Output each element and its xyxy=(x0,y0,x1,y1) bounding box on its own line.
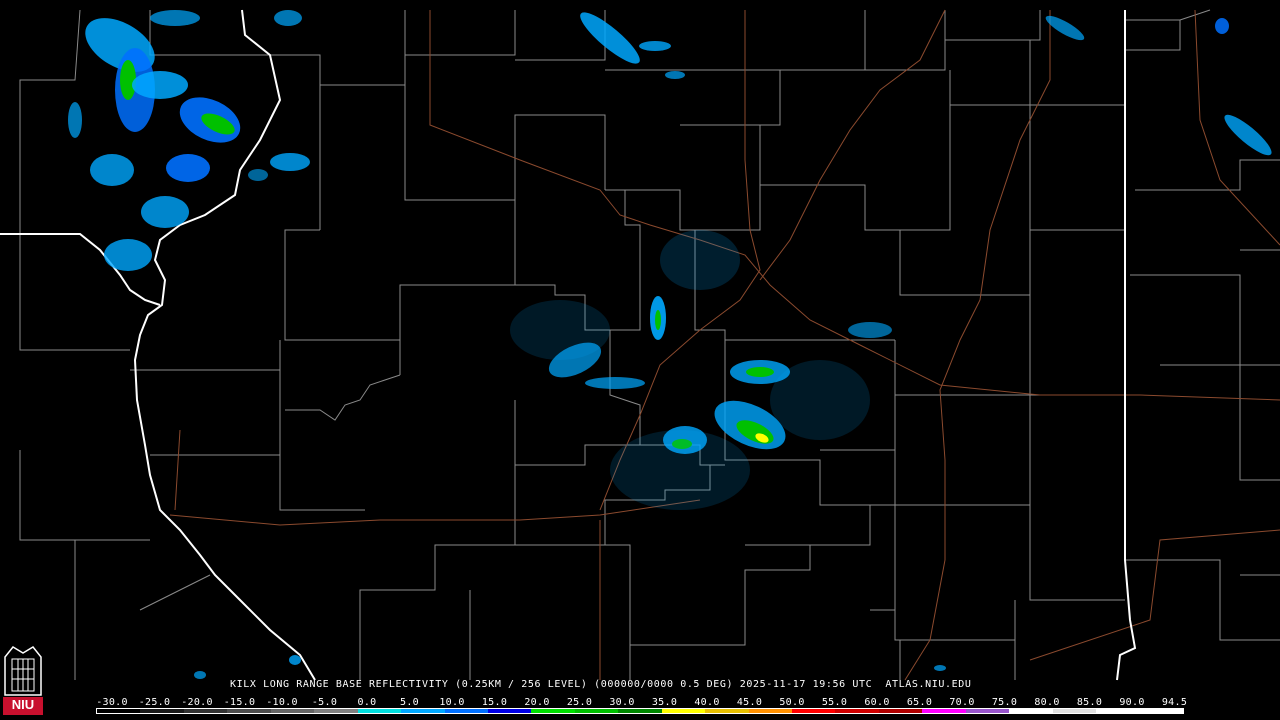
color-scale-tick: 45.0 xyxy=(736,697,763,708)
color-scale-tick: 70.0 xyxy=(949,697,975,708)
radar-map xyxy=(0,0,1280,720)
color-scale-swatch xyxy=(748,709,792,713)
color-scale-swatch xyxy=(314,709,358,713)
color-scale-swatch xyxy=(531,709,575,713)
color-scale-tick: 94.5 xyxy=(1161,697,1188,708)
color-scale-tick: 15.0 xyxy=(481,697,508,708)
color-scale-tick: 25.0 xyxy=(566,697,593,708)
color-scale-swatch xyxy=(1009,709,1053,713)
color-scale-tick: 35.0 xyxy=(651,697,678,708)
color-scale-swatch xyxy=(705,709,749,713)
color-scale-swatch xyxy=(227,709,271,713)
color-scale-swatch xyxy=(183,709,228,713)
color-scale-swatch xyxy=(1096,709,1140,713)
color-scale-swatch xyxy=(835,709,879,713)
color-scale-tick: 40.0 xyxy=(694,697,720,708)
color-scale-swatch xyxy=(140,709,184,713)
color-scale-tick: -15.0 xyxy=(223,697,256,708)
color-scale-tick: 50.0 xyxy=(779,697,805,708)
color-scale-swatch xyxy=(574,709,619,713)
color-scale-swatch xyxy=(1139,709,1183,713)
color-scale-tick: 85.0 xyxy=(1076,697,1103,708)
color-scale-swatch xyxy=(922,709,966,713)
color-scale-swatch xyxy=(618,709,662,713)
color-scale-tick: 65.0 xyxy=(906,697,933,708)
color-scale-tick: -25.0 xyxy=(138,697,171,708)
color-scale-tick: 0.0 xyxy=(357,697,377,708)
color-scale-swatch xyxy=(487,709,532,713)
color-scale-swatch xyxy=(878,709,923,713)
color-scale-swatch xyxy=(401,709,445,713)
color-scale-tick: -5.0 xyxy=(311,697,338,708)
color-scale-tick: 75.0 xyxy=(991,697,1018,708)
color-scale-swatch xyxy=(444,709,488,713)
color-scale-swatch xyxy=(965,709,1010,713)
color-scale-swatch xyxy=(270,709,315,713)
color-scale-tick: -10.0 xyxy=(266,697,298,708)
color-scale-swatch xyxy=(357,709,402,713)
color-scale-swatch xyxy=(1052,709,1097,713)
color-scale-swatch xyxy=(97,709,141,713)
color-scale-tick: -20.0 xyxy=(181,697,213,708)
color-scale-tick: 30.0 xyxy=(609,697,635,708)
color-scale-tick: 60.0 xyxy=(864,697,890,708)
color-scale-tick: 20.0 xyxy=(524,697,550,708)
color-scale-tick: -30.0 xyxy=(96,697,128,708)
color-scale-tick: 90.0 xyxy=(1119,697,1145,708)
color-scale: -30.0 -25.0 -20.0 -15.0 -10.0 -5.0 0.0 5.0 10.0 1… xyxy=(0,697,1280,720)
color-scale-swatch xyxy=(792,709,836,713)
color-scale-bar xyxy=(96,708,1184,714)
product-caption: KILX LONG RANGE BASE REFLECTIVITY (0.25K… xyxy=(230,679,972,690)
color-scale-swatch xyxy=(661,709,706,713)
color-scale-tick: 55.0 xyxy=(821,697,848,708)
color-scale-tick: 80.0 xyxy=(1034,697,1060,708)
color-scale-tick: 5.0 xyxy=(400,697,419,708)
color-scale-tick: 10.0 xyxy=(439,697,465,708)
